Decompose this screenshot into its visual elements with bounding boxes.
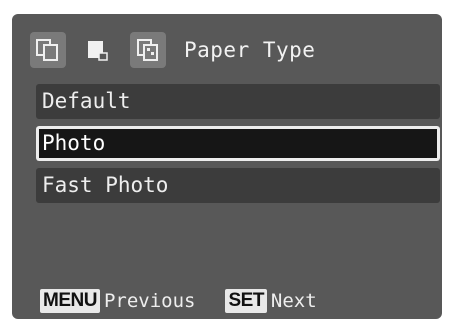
set-key-badge: SET <box>225 289 267 313</box>
print-effect-icon[interactable] <box>130 32 166 68</box>
previous-hint[interactable]: Previous <box>104 290 196 312</box>
menu-key-badge: MENU <box>40 289 100 313</box>
paper-page-icon[interactable] <box>80 32 116 68</box>
page-title: Paper Type <box>184 38 316 62</box>
camera-lcd-screen: Paper Type Default Photo Fast Photo MENU… <box>12 14 442 319</box>
menu-item-photo[interactable]: Photo <box>36 126 440 161</box>
page-layout-icon[interactable] <box>30 32 66 68</box>
next-hint[interactable]: Next <box>271 290 317 312</box>
menu-item-fast-photo[interactable]: Fast Photo <box>36 168 440 203</box>
button-hints: MENU Previous SET Next <box>40 289 347 313</box>
paper-type-menu: Default Photo Fast Photo <box>36 84 440 210</box>
settings-header: Paper Type <box>30 30 315 70</box>
menu-item-default[interactable]: Default <box>36 84 440 119</box>
